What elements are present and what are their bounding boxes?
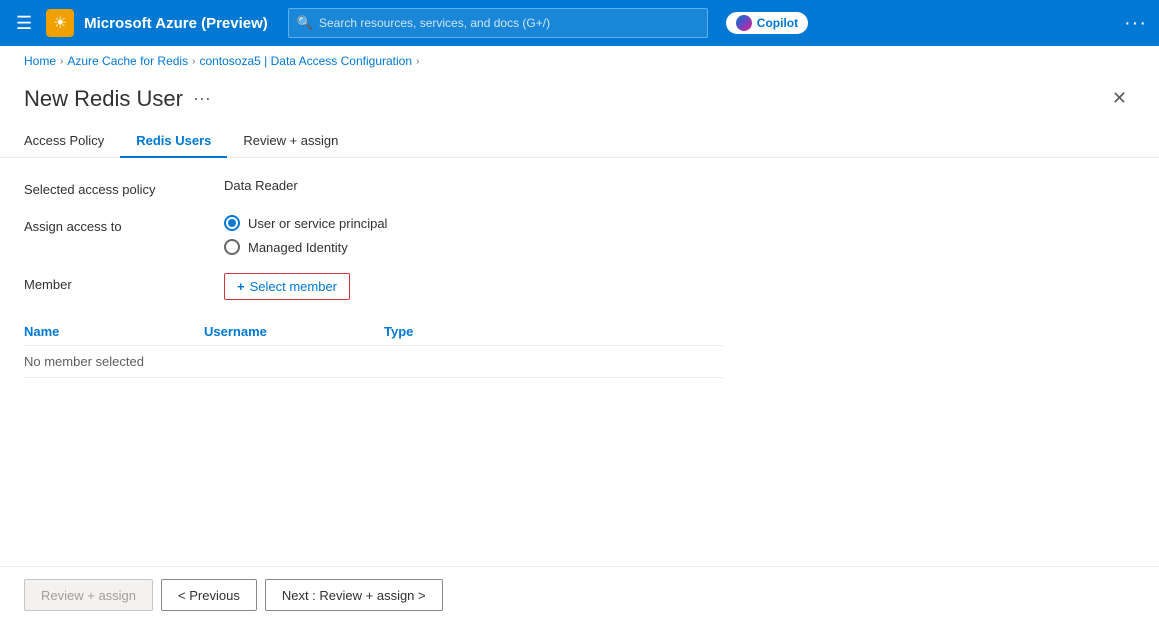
breadcrumb-data-access[interactable]: contosoza5 | Data Access Configuration (199, 54, 412, 68)
hamburger-menu-icon[interactable]: ☰ (12, 9, 36, 38)
tab-bar: Access Policy Redis Users Review + assig… (0, 113, 1159, 158)
member-value-area: + Select member (224, 273, 350, 300)
select-member-label: Select member (250, 279, 337, 294)
member-label: Member (24, 273, 224, 292)
table-header-name: Name (24, 324, 204, 339)
page-header: New Redis User ··· ✕ (0, 76, 1159, 113)
table-empty-message: No member selected (24, 354, 564, 369)
copilot-label: Copilot (757, 16, 798, 30)
tab-access-policy[interactable]: Access Policy (24, 125, 120, 158)
azure-app-icon: ☀ (46, 9, 74, 37)
breadcrumb-sep-3: › (416, 56, 419, 67)
page-title: New Redis User (24, 86, 183, 112)
search-icon: 🔍 (297, 15, 313, 31)
selected-access-policy-row: Selected access policy Data Reader (24, 178, 1135, 197)
radio-user-service-principal-label: User or service principal (248, 216, 387, 231)
table-empty-row: No member selected (24, 346, 724, 378)
search-input[interactable] (319, 16, 699, 30)
tab-review-assign[interactable]: Review + assign (227, 125, 354, 158)
radio-managed-identity-label: Managed Identity (248, 240, 348, 255)
radio-user-service-principal[interactable]: User or service principal (224, 215, 387, 231)
table-header-type: Type (384, 324, 564, 339)
assign-access-radio-group: User or service principal Managed Identi… (224, 215, 387, 255)
member-row: Member + Select member (24, 273, 1135, 300)
selected-access-policy-label: Selected access policy (24, 178, 224, 197)
breadcrumb-azure-cache[interactable]: Azure Cache for Redis (67, 54, 188, 68)
close-button[interactable]: ✕ (1104, 84, 1135, 113)
table-header: Name Username Type (24, 318, 724, 346)
copilot-gem-icon (736, 15, 752, 31)
radio-managed-identity-input[interactable] (224, 239, 240, 255)
more-options-icon[interactable]: ··· (1124, 12, 1147, 35)
breadcrumb: Home › Azure Cache for Redis › contosoza… (0, 46, 1159, 76)
next-button[interactable]: Next : Review + assign > (265, 579, 443, 611)
table-header-username: Username (204, 324, 384, 339)
search-bar[interactable]: 🔍 (288, 8, 708, 38)
action-bar: Review + assign < Previous Next : Review… (0, 566, 1159, 623)
plus-icon: + (237, 279, 245, 294)
tab-redis-users[interactable]: Redis Users (120, 125, 227, 158)
previous-button[interactable]: < Previous (161, 579, 257, 611)
member-table: Name Username Type No member selected (24, 318, 724, 378)
breadcrumb-home[interactable]: Home (24, 54, 56, 68)
breadcrumb-sep-2: › (192, 56, 195, 67)
form-content: Selected access policy Data Reader Assig… (0, 158, 1159, 566)
main-container: Home › Azure Cache for Redis › contosoza… (0, 46, 1159, 623)
assign-access-to-label: Assign access to (24, 215, 224, 234)
review-assign-button: Review + assign (24, 579, 153, 611)
app-title: Microsoft Azure (Preview) (84, 15, 268, 32)
breadcrumb-sep-1: › (60, 56, 63, 67)
top-navbar: ☰ ☀ Microsoft Azure (Preview) 🔍 Copilot … (0, 0, 1159, 46)
page-title-more-icon[interactable]: ··· (193, 88, 211, 109)
copilot-button[interactable]: Copilot (726, 12, 808, 34)
radio-user-service-principal-input[interactable] (224, 215, 240, 231)
assign-access-to-row: Assign access to User or service princip… (24, 215, 1135, 255)
selected-access-policy-value: Data Reader (224, 178, 298, 193)
radio-managed-identity[interactable]: Managed Identity (224, 239, 387, 255)
select-member-button[interactable]: + Select member (224, 273, 350, 300)
